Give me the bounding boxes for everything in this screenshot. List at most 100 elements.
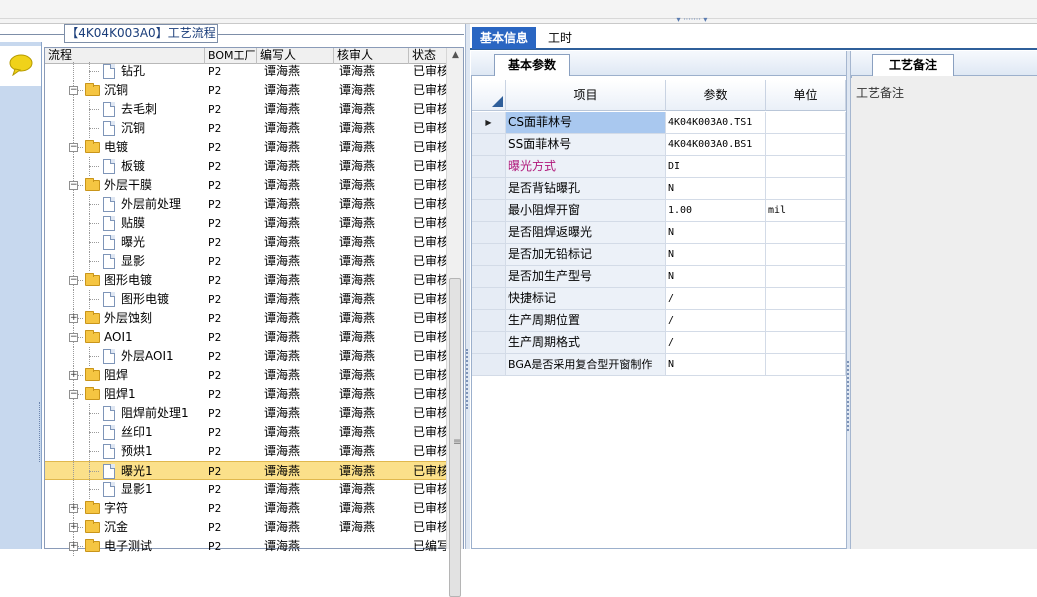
expand-toggle-icon[interactable]: + xyxy=(69,371,78,380)
param-item-cell[interactable]: 曝光方式 xyxy=(506,156,666,178)
tree-row[interactable]: + 沉金 P2 谭海燕 谭海燕 已审核 xyxy=(45,518,446,537)
row-header[interactable] xyxy=(472,354,506,376)
param-item-cell[interactable]: 是否背钻曝孔 xyxy=(506,178,666,200)
tree-row[interactable]: + 字符 P2 谭海燕 谭海燕 已审核 xyxy=(45,499,446,518)
param-row[interactable]: BGA是否采用复合型开窗制作 N xyxy=(472,354,846,376)
sidebar-resize-handle[interactable] xyxy=(39,402,43,462)
param-value-cell[interactable]: / xyxy=(666,288,766,310)
param-row[interactable]: 是否加无铅标记 N xyxy=(472,244,846,266)
tree-row[interactable]: − 外层干膜 P2 谭海燕 谭海燕 已审核 xyxy=(45,176,446,195)
tree-row[interactable]: 阻焊前处理1 P2 谭海燕 谭海燕 已审核 xyxy=(45,404,446,423)
tab-work-hours[interactable]: 工时 xyxy=(540,27,580,49)
tree-row[interactable]: 预烘1 P2 谭海燕 谭海燕 已审核 xyxy=(45,442,446,461)
param-row[interactable]: 是否阻焊返曝光 N xyxy=(472,222,846,244)
row-header[interactable] xyxy=(472,134,506,156)
param-value-cell[interactable]: N xyxy=(666,178,766,200)
splitter-grip[interactable]: ▾ ······· ▾ xyxy=(660,16,724,24)
row-header[interactable] xyxy=(472,156,506,178)
param-value-cell[interactable]: 4K04K003A0.BS1 xyxy=(666,134,766,156)
remarks-body[interactable] xyxy=(851,78,1037,549)
param-row[interactable]: 生产周期格式 / xyxy=(472,332,846,354)
param-row[interactable]: SS面菲林号 4K04K003A0.BS1 xyxy=(472,134,846,156)
tree-vertical-scrollbar[interactable]: ▲ ≡ xyxy=(446,48,464,597)
collapse-toggle-icon[interactable]: − xyxy=(69,143,78,152)
param-item-cell[interactable]: BGA是否采用复合型开窗制作 xyxy=(506,354,666,376)
param-item-cell[interactable]: 最小阻焊开窗 xyxy=(506,200,666,222)
tab-process-remarks[interactable]: 工艺备注 xyxy=(872,54,954,76)
collapse-toggle-icon[interactable]: − xyxy=(69,333,78,342)
tree-row[interactable]: + 阻焊 P2 谭海燕 谭海燕 已审核 xyxy=(45,366,446,385)
param-value-cell[interactable]: / xyxy=(666,310,766,332)
subtab-basic-params[interactable]: 基本参数 xyxy=(494,54,570,76)
param-value-cell[interactable]: N xyxy=(666,354,766,376)
tree-row-selected[interactable]: 曝光1 P2 谭海燕 谭海燕 已审核 xyxy=(45,461,446,481)
param-unit-cell[interactable] xyxy=(766,244,846,266)
param-item-cell[interactable]: SS面菲林号 xyxy=(506,134,666,156)
row-header[interactable] xyxy=(472,288,506,310)
param-row[interactable]: 快捷标记 / xyxy=(472,288,846,310)
row-header[interactable] xyxy=(472,266,506,288)
tree-row[interactable]: 去毛刺 P2 谭海燕 谭海燕 已审核 xyxy=(45,100,446,119)
row-header[interactable] xyxy=(472,244,506,266)
tree-row[interactable]: 显影 P2 谭海燕 谭海燕 已审核 xyxy=(45,252,446,271)
tree-row[interactable]: + 电子测试 P2 谭海燕 已编写 xyxy=(45,537,446,556)
panel-splitter[interactable] xyxy=(465,24,470,549)
param-item-cell[interactable]: 是否加无铅标记 xyxy=(506,244,666,266)
param-unit-cell[interactable] xyxy=(766,112,846,134)
param-value-cell[interactable]: 4K04K003A0.TS1 xyxy=(666,112,766,134)
param-item-cell[interactable]: CS面菲林号 xyxy=(506,112,666,134)
expand-toggle-icon[interactable]: + xyxy=(69,504,78,513)
param-unit-cell[interactable] xyxy=(766,156,846,178)
param-row[interactable]: ▶ CS面菲林号 4K04K003A0.TS1 xyxy=(472,112,846,134)
tree-row[interactable]: − AOI1 P2 谭海燕 谭海燕 已审核 xyxy=(45,328,446,347)
row-header[interactable] xyxy=(472,222,506,244)
collapse-toggle-icon[interactable]: − xyxy=(69,181,78,190)
tree-row[interactable]: − 电镀 P2 谭海燕 谭海燕 已审核 xyxy=(45,138,446,157)
tree-row[interactable]: − 图形电镀 P2 谭海燕 谭海燕 已审核 xyxy=(45,271,446,290)
param-item-cell[interactable]: 是否阻焊返曝光 xyxy=(506,222,666,244)
tab-basic-info[interactable]: 基本信息 xyxy=(472,27,536,49)
param-item-cell[interactable]: 是否加生产型号 xyxy=(506,266,666,288)
param-row[interactable]: 生产周期位置 / xyxy=(472,310,846,332)
tree-row[interactable]: 丝印1 P2 谭海燕 谭海燕 已审核 xyxy=(45,423,446,442)
row-header[interactable] xyxy=(472,178,506,200)
param-row[interactable]: 是否加生产型号 N xyxy=(472,266,846,288)
param-item-cell[interactable]: 快捷标记 xyxy=(506,288,666,310)
param-value-cell[interactable]: DI xyxy=(666,156,766,178)
param-value-cell[interactable]: N xyxy=(666,244,766,266)
scroll-thumb[interactable]: ≡ xyxy=(449,278,461,597)
param-unit-cell[interactable] xyxy=(766,134,846,156)
collapse-toggle-icon[interactable]: − xyxy=(69,390,78,399)
row-header[interactable] xyxy=(472,332,506,354)
param-unit-cell[interactable] xyxy=(766,310,846,332)
collapse-toggle-icon[interactable]: − xyxy=(69,86,78,95)
tree-row[interactable]: 外层前处理 P2 谭海燕 谭海燕 已审核 xyxy=(45,195,446,214)
scroll-up-arrow-icon[interactable]: ▲ xyxy=(447,48,464,62)
param-unit-cell[interactable] xyxy=(766,332,846,354)
tree-row[interactable]: 板镀 P2 谭海燕 谭海燕 已审核 xyxy=(45,157,446,176)
expand-toggle-icon[interactable]: + xyxy=(69,314,78,323)
col-header-unit[interactable]: 单位 xyxy=(766,80,846,111)
param-row[interactable]: 是否背钻曝孔 N xyxy=(472,178,846,200)
param-value-cell[interactable]: N xyxy=(666,266,766,288)
param-unit-cell[interactable]: mil xyxy=(766,200,846,222)
tree-row[interactable]: 外层AOI1 P2 谭海燕 谭海燕 已审核 xyxy=(45,347,446,366)
col-header-value[interactable]: 参数 xyxy=(666,80,766,111)
param-row[interactable]: 曝光方式 DI xyxy=(472,156,846,178)
param-value-cell[interactable]: N xyxy=(666,222,766,244)
param-value-cell[interactable]: 1.00 xyxy=(666,200,766,222)
param-unit-cell[interactable] xyxy=(766,266,846,288)
tree-row[interactable]: − 阻焊1 P2 谭海燕 谭海燕 已审核 xyxy=(45,385,446,404)
col-header-item[interactable]: 项目 xyxy=(506,80,666,111)
param-item-cell[interactable]: 生产周期位置 xyxy=(506,310,666,332)
tree-row[interactable]: − 沉铜 P2 谭海燕 谭海燕 已审核 xyxy=(45,81,446,100)
tree-row[interactable]: 贴膜 P2 谭海燕 谭海燕 已审核 xyxy=(45,214,446,233)
row-header[interactable] xyxy=(472,310,506,332)
current-row-indicator-icon[interactable]: ▶ xyxy=(472,112,506,134)
param-value-cell[interactable]: / xyxy=(666,332,766,354)
collapse-toggle-icon[interactable]: − xyxy=(69,276,78,285)
param-unit-cell[interactable] xyxy=(766,222,846,244)
param-unit-cell[interactable] xyxy=(766,354,846,376)
tree-row[interactable]: 钻孔 P2 谭海燕 谭海燕 已审核 xyxy=(45,62,446,81)
expand-toggle-icon[interactable]: + xyxy=(69,523,78,532)
